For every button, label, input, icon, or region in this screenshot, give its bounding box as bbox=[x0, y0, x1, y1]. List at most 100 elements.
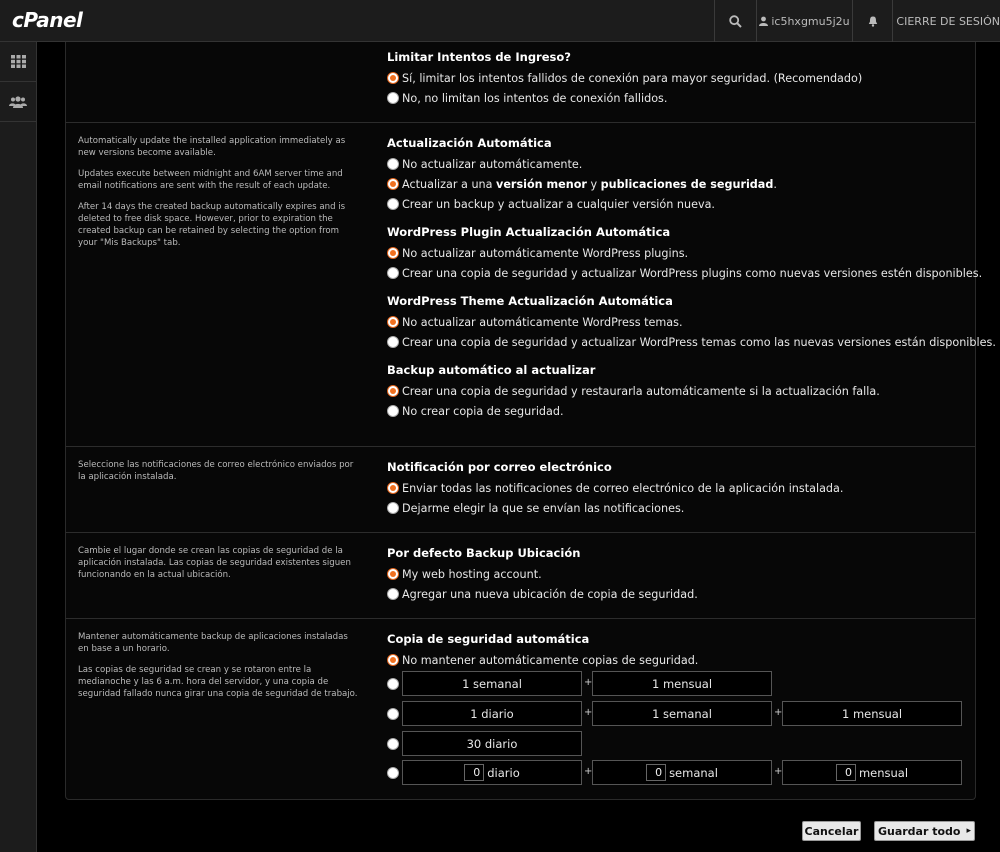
schedule-daily-weekly-monthly-radio[interactable] bbox=[387, 708, 399, 720]
option-label: No actualizar automáticamente. bbox=[402, 157, 583, 171]
location-hosting-option[interactable]: My web hosting account. bbox=[387, 564, 972, 584]
custom-daily-field: 0 diario bbox=[402, 760, 582, 785]
option-label: No actualizar automáticamente WordPress … bbox=[402, 246, 689, 260]
radio[interactable] bbox=[387, 405, 399, 417]
radio[interactable] bbox=[387, 198, 399, 210]
schedule-monthly-field-2[interactable]: 1 mensual bbox=[782, 701, 962, 726]
option-label: Sí, limitar los intentos fallidos de con… bbox=[402, 71, 863, 85]
save-all-label: Guardar todo bbox=[877, 824, 961, 838]
backup-on-update-heading: Backup automático al actualizar bbox=[387, 363, 596, 377]
backup-location-section: Cambie el lugar donde se crean las copia… bbox=[66, 532, 975, 618]
schedule-weekly-monthly-radio[interactable] bbox=[387, 678, 399, 690]
option-label: No, no limitan los intentos de conexión … bbox=[402, 91, 668, 105]
radio-selected[interactable] bbox=[387, 247, 399, 259]
schedule-daily-field[interactable]: 1 diario bbox=[402, 701, 582, 726]
auto-backup-section: Mantener automáticamente backup de aplic… bbox=[66, 618, 975, 798]
plugin-update-none-option[interactable]: No actualizar automáticamente WordPress … bbox=[387, 243, 972, 263]
custom-weekly-input[interactable]: 0 bbox=[646, 764, 667, 781]
schedule-custom-radio[interactable] bbox=[387, 767, 399, 779]
radio[interactable] bbox=[387, 92, 399, 104]
auto-update-none-option[interactable]: No actualizar automáticamente. bbox=[387, 154, 972, 174]
radio-selected[interactable] bbox=[387, 654, 399, 666]
email-choose-option[interactable]: Dejarme elegir la que se envían las noti… bbox=[387, 498, 972, 518]
auto-update-help: Automatically update the installed appli… bbox=[78, 135, 360, 258]
login-limit-section: Limitar Intentos de Ingreso? Sí, limitar… bbox=[66, 42, 975, 122]
sidebar bbox=[0, 42, 37, 852]
auto-update-any-option[interactable]: Crear un backup y actualizar a cualquier… bbox=[387, 194, 972, 214]
radio-selected[interactable] bbox=[387, 568, 399, 580]
option-label: Agregar una nueva ubicación de copia de … bbox=[402, 587, 698, 601]
schedule-30-daily-radio[interactable] bbox=[387, 738, 399, 750]
help-text: Cambie el lugar donde se crean las copia… bbox=[78, 546, 351, 580]
email-heading: Notificación por correo electrónico bbox=[387, 460, 612, 474]
option-label: Crear una copia de seguridad y actualiza… bbox=[402, 335, 996, 349]
user-menu[interactable]: ic5hxgmu5j2u bbox=[756, 0, 852, 42]
auto-update-section: Automatically update the installed appli… bbox=[66, 122, 996, 446]
schedule-30-daily-field[interactable]: 30 diario bbox=[402, 731, 582, 756]
option-label: Crear una copia de seguridad y actualiza… bbox=[402, 266, 983, 280]
help-text: Seleccione las notificaciones de correo … bbox=[78, 460, 354, 482]
login-limit-yes-option[interactable]: Sí, limitar los intentos fallidos de con… bbox=[387, 68, 972, 88]
backup-restore-option[interactable]: Crear una copia de seguridad y restaurar… bbox=[387, 381, 972, 401]
theme-update-none-option[interactable]: No actualizar automáticamente WordPress … bbox=[387, 312, 972, 332]
radio[interactable] bbox=[387, 158, 399, 170]
email-section: Seleccione las notificaciones de correo … bbox=[66, 446, 975, 532]
option-label: No actualizar automáticamente WordPress … bbox=[402, 315, 683, 329]
cpanel-logo[interactable]: cPanel bbox=[12, 8, 83, 32]
notifications-button[interactable] bbox=[852, 0, 892, 42]
plugin-update-backup-option[interactable]: Crear una copia de seguridad y actualiza… bbox=[387, 263, 982, 283]
top-bar: cPanel ic5hxgmu5j2u CIERRE DE SESIÓN bbox=[0, 0, 1000, 42]
auto-backup-help: Mantener automáticamente backup de aplic… bbox=[78, 631, 360, 709]
radio-selected[interactable] bbox=[387, 316, 399, 328]
custom-monthly-field: 0 mensual bbox=[782, 760, 962, 785]
help-text: Mantener automáticamente backup de aplic… bbox=[78, 632, 348, 654]
radio[interactable] bbox=[387, 588, 399, 600]
no-backup-option[interactable]: No crear copia de seguridad. bbox=[387, 401, 972, 421]
help-text: Las copias de seguridad se crean y se ro… bbox=[78, 665, 358, 699]
logout-button[interactable]: CIERRE DE SESIÓN bbox=[892, 0, 1000, 42]
option-label: Crear una copia de seguridad y restaurar… bbox=[402, 384, 880, 398]
auto-backup-heading: Copia de seguridad automática bbox=[387, 632, 590, 646]
sidebar-item-users[interactable] bbox=[0, 82, 36, 122]
play-arrow-icon: ▸ bbox=[966, 826, 972, 836]
login-limit-no-option[interactable]: No, no limitan los intentos de conexión … bbox=[387, 88, 972, 108]
username: ic5hxgmu5j2u bbox=[771, 14, 850, 28]
save-all-button[interactable]: Guardar todo ▸ bbox=[874, 821, 975, 841]
option-label: Enviar todas las notificaciones de corre… bbox=[402, 481, 844, 495]
option-label: No mantener automáticamente copias de se… bbox=[402, 653, 699, 667]
user-icon bbox=[759, 16, 769, 26]
option-label: Dejarme elegir la que se envían las noti… bbox=[402, 501, 685, 515]
custom-daily-input[interactable]: 0 bbox=[464, 764, 485, 781]
auto-update-heading: Actualización Automática bbox=[387, 136, 552, 150]
radio[interactable] bbox=[387, 267, 399, 279]
users-icon bbox=[9, 95, 27, 108]
theme-update-backup-option[interactable]: Crear una copia de seguridad y actualiza… bbox=[387, 332, 996, 352]
email-help: Seleccione las notificaciones de correo … bbox=[78, 459, 360, 492]
cancel-button[interactable]: Cancelar bbox=[802, 821, 861, 841]
help-text: Updates execute between midnight and 6AM… bbox=[78, 169, 343, 191]
radio-selected[interactable] bbox=[387, 72, 399, 84]
backup-location-heading: Por defecto Backup Ubicación bbox=[387, 546, 581, 560]
email-all-option[interactable]: Enviar todas las notificaciones de corre… bbox=[387, 478, 972, 498]
schedule-monthly-field[interactable]: 1 mensual bbox=[592, 671, 772, 696]
radio[interactable] bbox=[387, 336, 399, 348]
auto-backup-none-option[interactable]: No mantener automáticamente copias de se… bbox=[387, 650, 972, 670]
search-icon bbox=[729, 14, 742, 28]
schedule-weekly-field[interactable]: 1 semanal bbox=[402, 671, 582, 696]
radio[interactable] bbox=[387, 502, 399, 514]
help-text: After 14 days the created backup automat… bbox=[78, 202, 346, 248]
backup-location-help: Cambie el lugar donde se crean las copia… bbox=[78, 545, 360, 590]
search-button[interactable] bbox=[714, 0, 756, 42]
schedule-weekly-field-2[interactable]: 1 semanal bbox=[592, 701, 772, 726]
location-new-option[interactable]: Agregar una nueva ubicación de copia de … bbox=[387, 584, 972, 604]
custom-monthly-input[interactable]: 0 bbox=[835, 764, 856, 781]
sidebar-item-home[interactable] bbox=[0, 42, 36, 82]
option-label: My web hosting account. bbox=[402, 567, 542, 581]
custom-weekly-field: 0 semanal bbox=[592, 760, 772, 785]
radio-selected[interactable] bbox=[387, 385, 399, 397]
radio-selected[interactable] bbox=[387, 482, 399, 494]
radio-selected[interactable] bbox=[387, 178, 399, 190]
plugin-update-heading: WordPress Plugin Actualización Automátic… bbox=[387, 225, 671, 239]
auto-update-minor-option[interactable]: Actualizar a una versión menor y publica… bbox=[387, 174, 972, 194]
grid-icon bbox=[10, 55, 26, 68]
